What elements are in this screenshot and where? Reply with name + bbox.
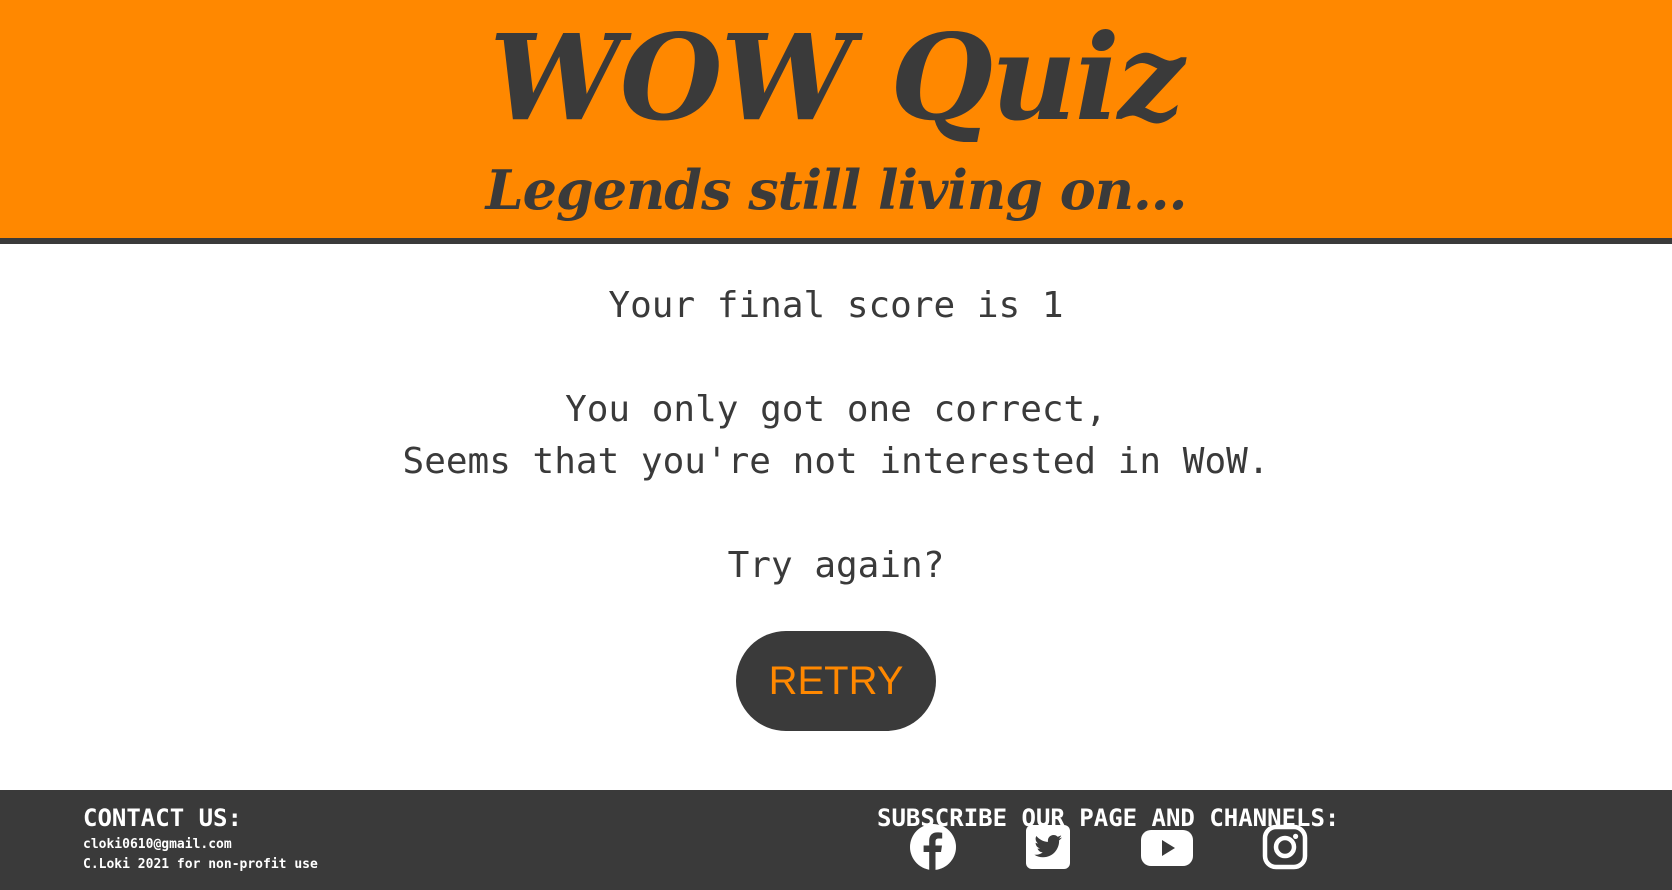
site-footer: CONTACT US: cloki0610@gmail.com C.Loki 2… [0, 790, 1672, 890]
youtube-link[interactable] [1139, 822, 1195, 872]
facebook-icon [910, 824, 956, 870]
twitter-link[interactable] [1023, 822, 1073, 872]
final-score-text: Your final score is 1 [608, 285, 1064, 326]
site-header: WOW Quiz Legends still living on... [0, 0, 1672, 244]
try-again-prompt: Try again? [727, 545, 945, 586]
site-title: WOW Quiz [489, 8, 1184, 147]
twitter-icon [1026, 825, 1070, 869]
facebook-link[interactable] [908, 822, 958, 872]
site-subtitle: Legends still living on... [485, 158, 1188, 222]
instagram-icon [1262, 824, 1308, 870]
result-message-line-1: You only got one correct, [565, 389, 1107, 430]
copyright-text: C.Loki 2021 for non-profit use [83, 857, 318, 872]
retry-button[interactable]: RETRY [736, 631, 936, 731]
youtube-icon [1141, 830, 1193, 866]
contact-heading: CONTACT US: [83, 804, 242, 832]
result-section: Your final score is 1 You only got one c… [0, 244, 1672, 790]
contact-email: cloki0610@gmail.com [83, 837, 232, 852]
result-message-line-2: Seems that you're not interested in WoW. [402, 441, 1270, 482]
instagram-link[interactable] [1260, 822, 1310, 872]
